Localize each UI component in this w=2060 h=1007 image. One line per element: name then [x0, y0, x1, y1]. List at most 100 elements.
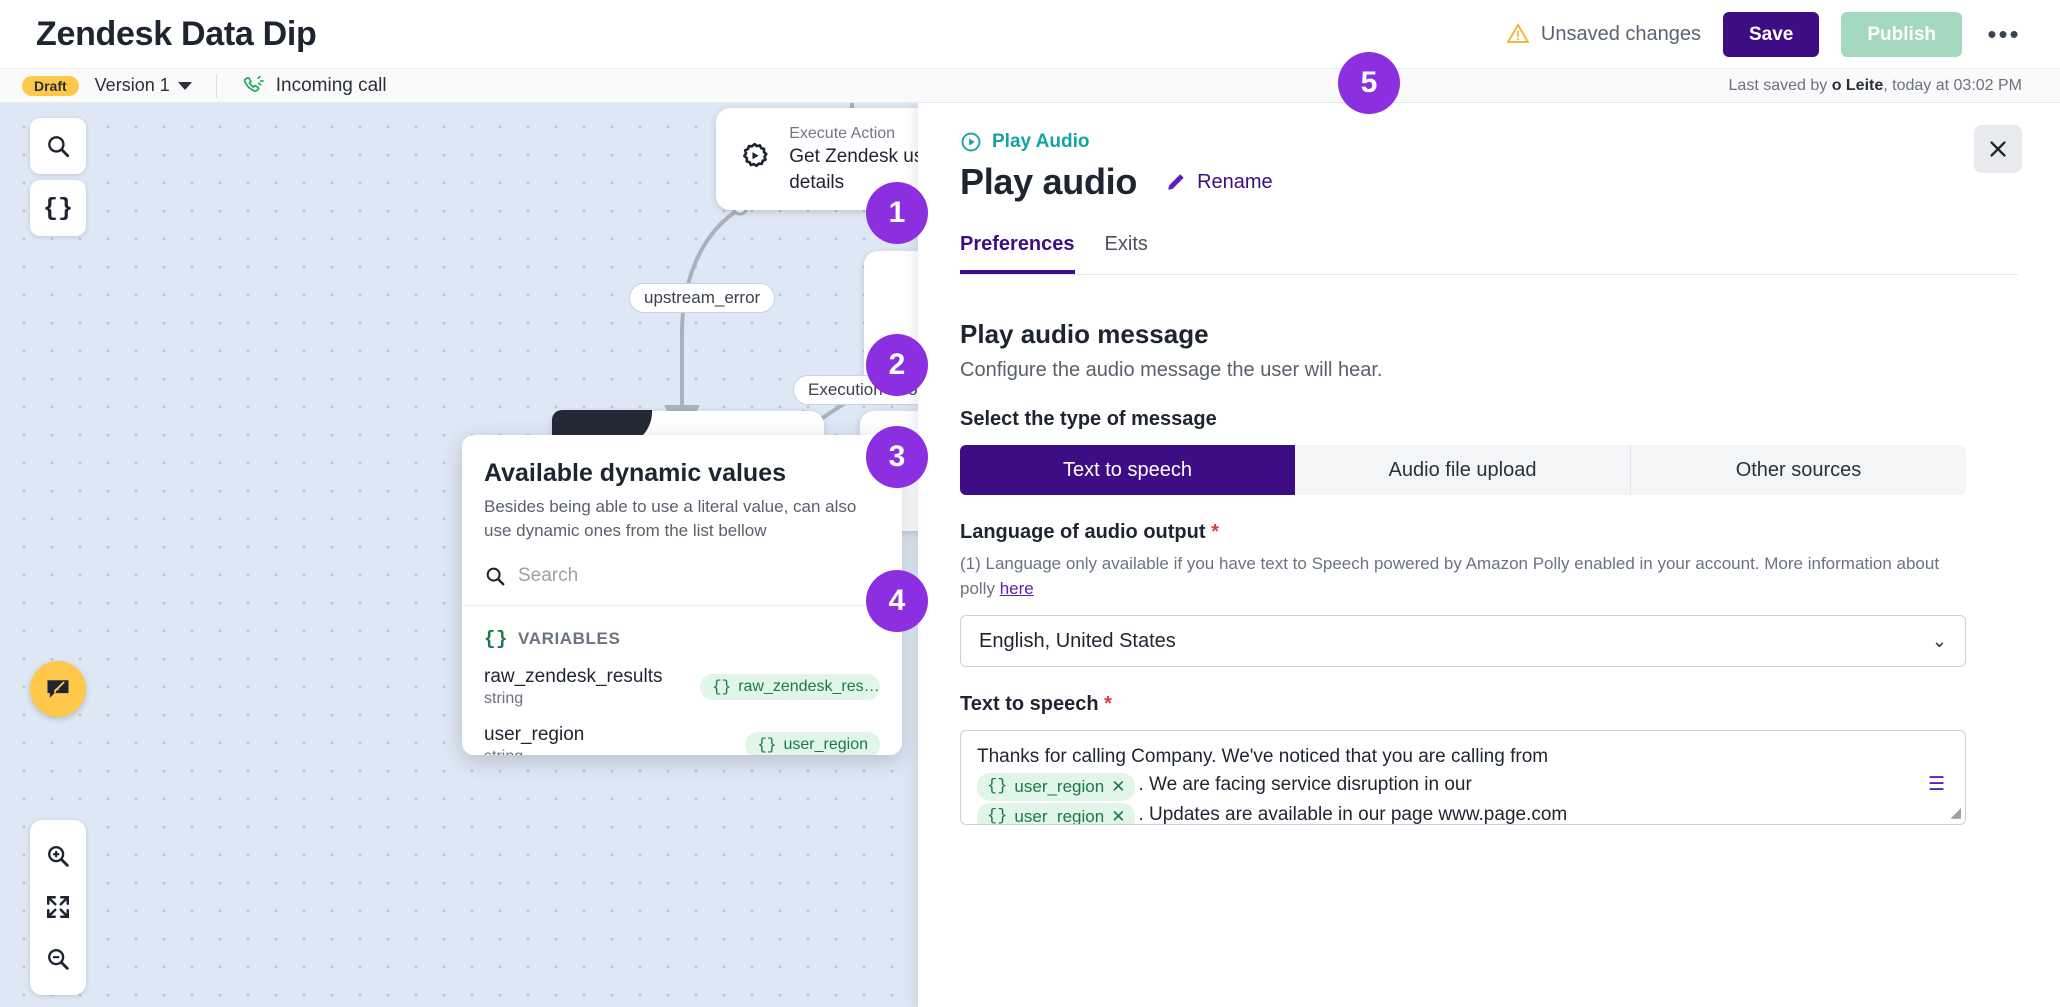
dynamic-values-title: Available dynamic values [484, 459, 787, 487]
panel-kicker: Play Audio [960, 131, 2018, 153]
panel-title-row: Play audio Rename [960, 161, 2018, 203]
chevron-down-icon: ⌄ [1931, 630, 1947, 651]
trigger-label: Incoming call [275, 74, 387, 96]
tts-token-1[interactable]: {} user_region ✕ [977, 772, 1136, 802]
search-placeholder: Search [518, 564, 579, 586]
page-title: Zendesk Data Dip [36, 14, 317, 53]
more-options-button[interactable]: ••• [1984, 14, 2024, 54]
segment-audio-file-upload[interactable]: Audio file upload [1295, 445, 1631, 495]
braces-icon: {} [987, 807, 1008, 826]
last-saved-user: o Leite [1831, 76, 1884, 94]
status-badge: Draft [22, 75, 79, 96]
version-selector[interactable]: Version 1 [95, 75, 192, 96]
required-marker: * [1205, 521, 1219, 543]
step-marker-3: 3 [866, 426, 928, 488]
variable-name: raw_zendesk_results [484, 665, 663, 687]
fit-screen-button[interactable] [40, 889, 76, 925]
message-type-segmented-control: Text to speech Audio file upload Other s… [960, 445, 1966, 495]
publish-button[interactable]: Publish [1841, 11, 1962, 57]
language-label: Language of audio output * [960, 521, 2018, 544]
list-item[interactable]: raw_zendesk_results string {} raw_zendes… [462, 650, 902, 708]
braces-icon: {} [484, 627, 509, 650]
play-circle-icon [961, 132, 981, 152]
canvas-variables-button[interactable]: {} [30, 180, 86, 236]
search-icon [486, 567, 505, 586]
top-header: Zendesk Data Dip Unsaved changes Save Pu… [0, 0, 2060, 68]
step-marker-4: 4 [866, 570, 928, 632]
section-title: Play audio message [960, 319, 1209, 349]
trigger-info: Incoming call [241, 74, 387, 98]
unsaved-changes-label: Unsaved changes [1540, 22, 1701, 45]
list-item[interactable]: user_region string {} user_region [462, 708, 902, 755]
braces-icon: {} [712, 677, 732, 696]
braces-icon: {} [987, 776, 1008, 796]
language-label-text: Language of audio output [960, 521, 1206, 543]
tts-token-2[interactable]: {} user_region ✕ [977, 803, 1136, 826]
dynamic-values-subtitle: Besides being able to use a literal valu… [484, 497, 857, 540]
divider [215, 73, 217, 98]
panel-tabs: Preferences Exits [960, 233, 2018, 275]
required-marker: * [1098, 693, 1112, 716]
step-marker-1: 1 [866, 182, 928, 244]
tts-line-3: . Updates are available in our page www.… [1138, 804, 1568, 826]
step-marker-5: 5 [1338, 52, 1400, 114]
last-saved-time: , today at 03:02 PM [1883, 76, 2022, 94]
rename-button[interactable]: Rename [1165, 171, 1273, 194]
note-edit-icon [47, 680, 69, 698]
resize-grip-icon[interactable]: ◢ [1950, 802, 1961, 822]
tab-preferences[interactable]: Preferences [960, 233, 1075, 274]
version-label: Version 1 [94, 75, 170, 95]
remove-token-icon[interactable]: ✕ [1111, 805, 1125, 824]
tts-token-1-label: user_region [1014, 776, 1105, 796]
zoom-controls[interactable] [30, 820, 86, 995]
tts-label: Text to speech * [960, 693, 2018, 716]
dynamic-values-popover: Available dynamic values Besides being a… [462, 435, 902, 755]
tts-textarea[interactable]: Thanks for calling Company. We've notice… [960, 730, 1966, 826]
gear-play-icon [743, 142, 768, 168]
app-root: Zendesk Data Dip Unsaved changes Save Pu… [0, 0, 2060, 1007]
chevron-down-icon [177, 81, 192, 90]
properties-panel: Play Audio Play audio Rename Preferences… [918, 103, 2060, 1007]
last-saved-prefix: Last saved by [1728, 76, 1832, 94]
section-subtitle: Configure the audio message the user wil… [960, 359, 1383, 381]
language-hint-line1: (1) Language only available if you have … [960, 554, 1691, 573]
edge-label-upstream-error[interactable]: upstream_error [629, 283, 776, 313]
sub-header: Draft Version 1 Incoming call Last saved… [0, 68, 2060, 103]
remove-token-icon[interactable]: ✕ [1111, 775, 1125, 800]
last-saved-info: Last saved by o Leite, today at 03:02 PM [1729, 77, 2038, 95]
language-selected-value: English, United States [979, 629, 1176, 652]
save-button[interactable]: Save [1723, 11, 1820, 57]
braces-icon: {} [42, 193, 73, 223]
variable-pill[interactable]: {} user_region [745, 731, 880, 755]
canvas-note-button[interactable] [30, 661, 86, 717]
variable-type: string [484, 748, 584, 755]
dynamic-values-search[interactable]: Search [462, 543, 902, 606]
segment-text-to-speech[interactable]: Text to speech [960, 445, 1295, 495]
insert-variable-icon[interactable]: ☰ [1928, 771, 1945, 799]
variable-pill-label: raw_zendesk_res… [738, 677, 880, 695]
polly-help-link[interactable]: here [1000, 579, 1034, 598]
zoom-in-button[interactable] [40, 838, 76, 874]
pencil-icon [1168, 174, 1184, 190]
zoom-out-icon [48, 949, 69, 970]
incoming-call-icon [243, 75, 264, 92]
group-label: VARIABLES [518, 628, 621, 648]
dynamic-values-header: Available dynamic values Besides being a… [462, 435, 902, 543]
dynamic-values-group-header: {} VARIABLES [462, 606, 902, 650]
close-panel-button[interactable] [1974, 125, 2022, 173]
language-select[interactable]: English, United States ⌄ [960, 615, 1966, 668]
variable-type: string [484, 689, 524, 707]
canvas-search-button[interactable] [30, 118, 86, 174]
zoom-out-button[interactable] [40, 941, 76, 977]
tab-exits[interactable]: Exits [1105, 233, 1148, 274]
variable-pill[interactable]: {} raw_zendesk_res… [700, 673, 880, 700]
tts-line-2: . We are facing service disruption in ou… [1138, 773, 1472, 795]
segment-other-sources[interactable]: Other sources [1631, 445, 1966, 495]
message-type-label: Select the type of message [960, 408, 1217, 430]
variable-pill-label: user_region [783, 735, 869, 753]
panel-kicker-label: Play Audio [992, 131, 1090, 152]
step-marker-2: 2 [866, 334, 928, 396]
unsaved-changes-status: Unsaved changes [1506, 22, 1701, 46]
rename-label: Rename [1197, 170, 1273, 193]
tts-line-1: Thanks for calling Company. We've notice… [977, 746, 1549, 768]
